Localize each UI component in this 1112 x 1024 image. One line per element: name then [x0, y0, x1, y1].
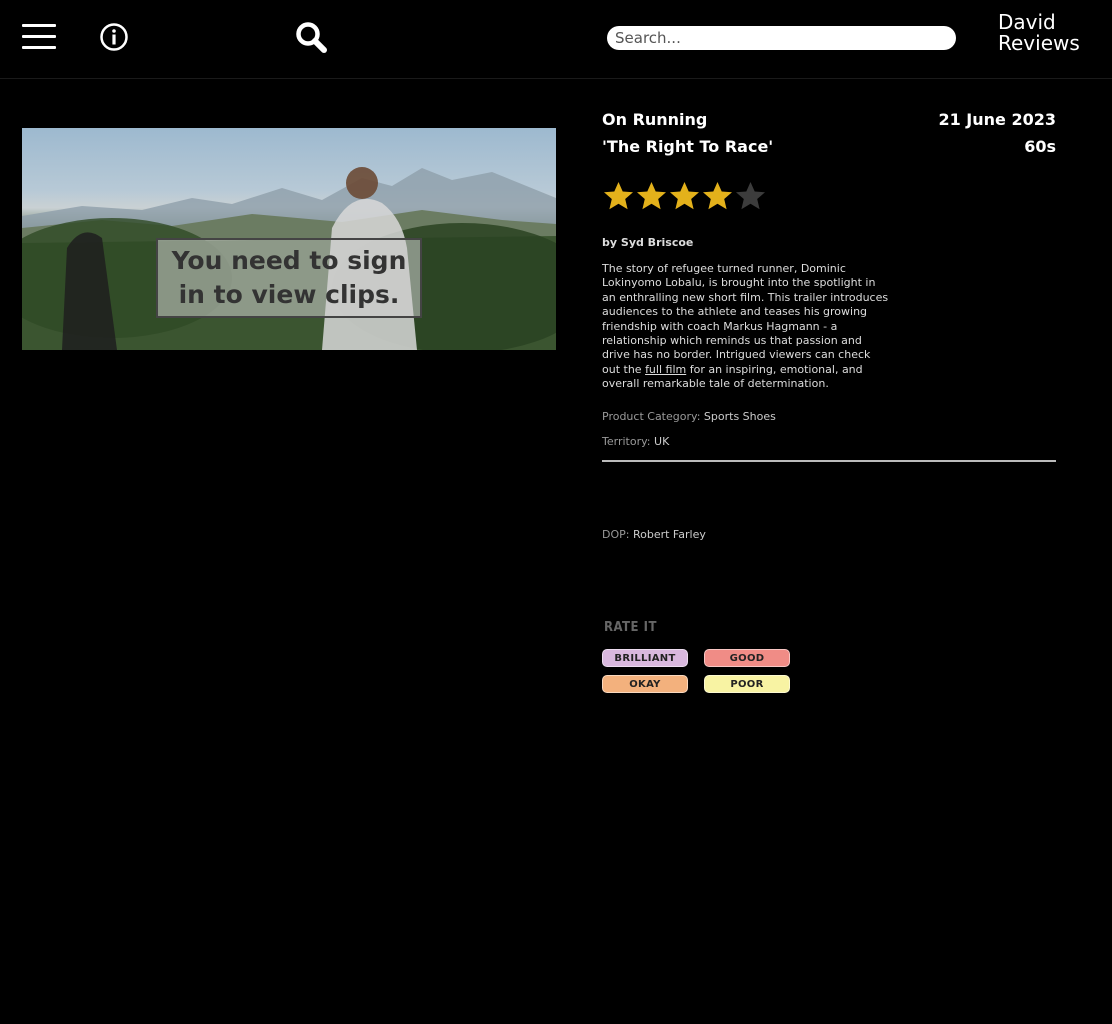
ad-description: The story of refugee turned runner, Domi… — [602, 262, 890, 392]
video-player[interactable]: You need to sign in to view clips. — [22, 89, 556, 389]
byline: by Syd Briscoe — [602, 236, 693, 249]
ad-title: 'The Right To Race' — [602, 137, 774, 156]
rate-okay-button[interactable]: OKAY — [602, 675, 688, 693]
author-name: Syd Briscoe — [620, 236, 694, 249]
info-icon[interactable] — [99, 22, 129, 52]
star-filled-icon — [637, 182, 666, 210]
star-empty-icon — [736, 182, 765, 210]
star-rating — [602, 180, 767, 214]
full-film-link[interactable]: full film — [645, 363, 686, 376]
territory-value[interactable]: UK — [654, 435, 669, 448]
search-icon[interactable] — [294, 20, 328, 54]
star-filled-icon — [670, 182, 699, 210]
description-text: The story of refugee turned runner, Domi… — [602, 262, 889, 376]
dop-label: DOP: — [602, 528, 630, 541]
star-filled-icon — [703, 182, 732, 210]
site-logo[interactable]: David Reviews — [998, 12, 1088, 54]
product-category: Product Category: Sports Shoes — [602, 410, 776, 423]
ad-brand: On Running — [602, 110, 708, 129]
product-category-label: Product Category: — [602, 410, 701, 423]
product-category-value[interactable]: Sports Shoes — [704, 410, 776, 423]
rate-poor-button[interactable]: POOR — [704, 675, 790, 693]
byline-prefix: by — [602, 236, 618, 249]
territory: Territory: UK — [602, 435, 669, 448]
logo-line-2: Reviews — [998, 31, 1080, 55]
dop-credit: DOP: Robert Farley — [602, 528, 706, 541]
top-bar: David Reviews — [0, 0, 1112, 79]
territory-label: Territory: — [602, 435, 651, 448]
video-thumbnail: You need to sign in to view clips. — [22, 128, 556, 350]
dop-value[interactable]: Robert Farley — [633, 528, 706, 541]
ad-duration: 60s — [1024, 137, 1056, 156]
rate-good-button[interactable]: GOOD — [704, 649, 790, 667]
logo-line-1: David — [998, 10, 1056, 34]
search-input[interactable] — [607, 26, 956, 50]
divider — [602, 460, 1056, 462]
rate-brilliant-button[interactable]: BRILLIANT — [602, 649, 688, 667]
ad-date: 21 June 2023 — [938, 110, 1056, 129]
rate-it-label: RATE IT — [604, 620, 657, 635]
sign-in-notice: You need to sign in to view clips. — [156, 238, 422, 318]
star-filled-icon — [604, 182, 633, 210]
menu-icon[interactable] — [22, 24, 56, 52]
